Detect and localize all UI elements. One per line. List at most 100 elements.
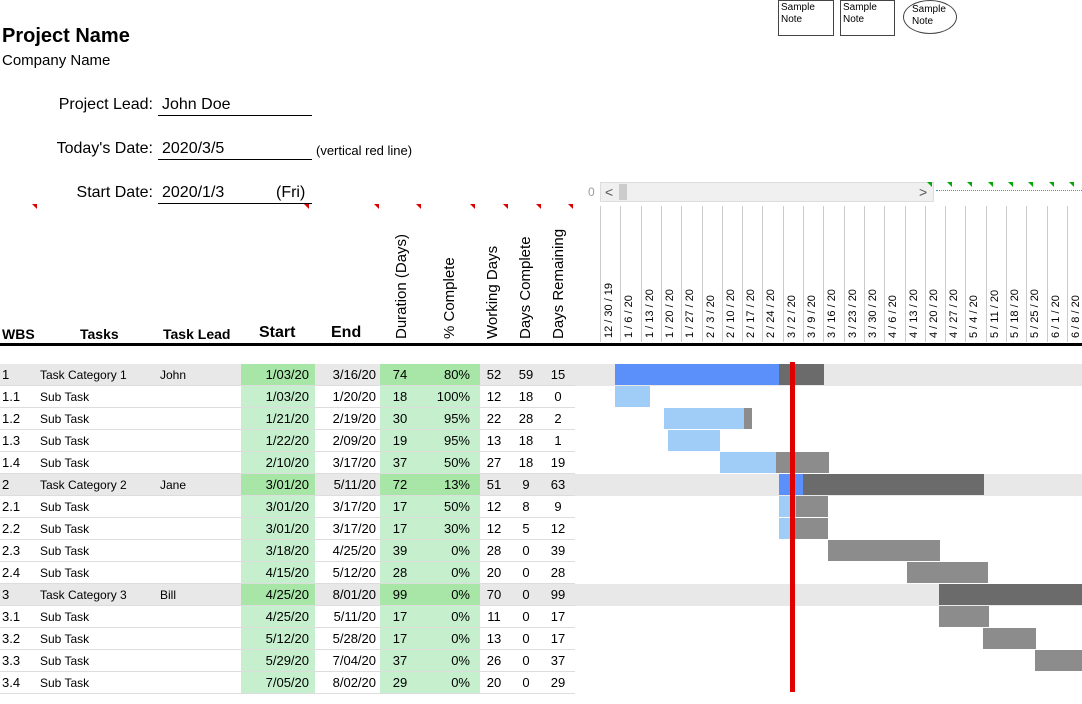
sample-note-callout[interactable]: Sample Note [778,0,834,36]
percent-complete[interactable]: 0% [420,584,480,606]
table-row[interactable]: 1.3 Sub Task 1/22/20 2/09/20 19 95% 13 18 1 [0,430,1082,452]
days-remaining[interactable]: 29 [542,672,574,694]
percent-complete[interactable]: 30% [420,518,480,540]
task-lead[interactable]: John [160,364,186,386]
end-date[interactable]: 5/28/20 [318,628,380,650]
wbs-cell[interactable]: 1.3 [2,430,20,452]
percent-complete[interactable]: 50% [420,496,480,518]
duration[interactable]: 17 [380,606,420,628]
timeline-scrollbar[interactable]: < > [600,182,934,202]
project-lead-field[interactable]: John Doe [158,96,312,116]
sample-note-callout[interactable]: Sample Note [903,0,957,34]
wbs-cell[interactable]: 2 [2,474,9,496]
wbs-cell[interactable]: 2.1 [2,496,20,518]
percent-complete[interactable]: 0% [420,650,480,672]
end-date[interactable]: 1/20/20 [318,386,380,408]
table-row[interactable]: 1 Task Category 1 John 1/03/20 3/16/20 74 80% 5… [0,364,1082,386]
days-remaining[interactable]: 9 [542,496,574,518]
days-complete[interactable]: 9 [512,474,540,496]
end-date[interactable]: 5/12/20 [318,562,380,584]
end-date[interactable]: 3/16/20 [318,364,380,386]
duration[interactable]: 28 [380,562,420,584]
end-date[interactable]: 5/11/20 [318,474,380,496]
wbs-cell[interactable]: 3.2 [2,628,20,650]
days-complete[interactable]: 28 [512,408,540,430]
table-row[interactable]: 3.3 Sub Task 5/29/20 7/04/20 37 0% 26 0 37 [0,650,1082,672]
duration[interactable]: 37 [380,650,420,672]
days-complete[interactable]: 18 [512,452,540,474]
wbs-cell[interactable]: 1.4 [2,452,20,474]
percent-complete[interactable]: 0% [420,540,480,562]
table-row[interactable]: 3.4 Sub Task 7/05/20 8/02/20 29 0% 20 0 29 [0,672,1082,694]
days-remaining[interactable]: 1 [542,430,574,452]
comment-marker-icon[interactable] [1028,182,1034,187]
task-name[interactable]: Sub Task [40,408,89,430]
start-date[interactable]: 3/01/20 [241,518,315,540]
duration[interactable]: 72 [380,474,420,496]
days-complete[interactable]: 18 [512,430,540,452]
duration[interactable]: 74 [380,364,420,386]
working-days[interactable]: 26 [480,650,508,672]
days-complete[interactable]: 0 [512,628,540,650]
percent-complete[interactable]: 13% [420,474,480,496]
percent-complete[interactable]: 0% [420,628,480,650]
wbs-cell[interactable]: 2.4 [2,562,20,584]
wbs-cell[interactable]: 3.3 [2,650,20,672]
comment-marker-icon[interactable] [1068,182,1074,187]
working-days[interactable]: 22 [480,408,508,430]
percent-complete[interactable]: 80% [420,364,480,386]
days-complete[interactable]: 18 [512,386,540,408]
days-complete[interactable]: 5 [512,518,540,540]
days-remaining[interactable]: 19 [542,452,574,474]
days-remaining[interactable]: 63 [542,474,574,496]
working-days[interactable]: 11 [480,606,508,628]
wbs-cell[interactable]: 3.4 [2,672,20,694]
task-name[interactable]: Sub Task [40,672,89,694]
working-days[interactable]: 70 [480,584,508,606]
working-days[interactable]: 20 [480,672,508,694]
task-name[interactable]: Task Category 1 [40,364,127,386]
days-remaining[interactable]: 0 [542,386,574,408]
table-row[interactable]: 1.4 Sub Task 2/10/20 3/17/20 37 50% 27 18 19 [0,452,1082,474]
end-date[interactable]: 8/01/20 [318,584,380,606]
end-date[interactable]: 2/09/20 [318,430,380,452]
comment-marker-icon[interactable] [967,182,973,187]
table-row[interactable]: 3.2 Sub Task 5/12/20 5/28/20 17 0% 13 0 17 [0,628,1082,650]
table-row[interactable]: 2.1 Sub Task 3/01/20 3/17/20 17 50% 12 8 9 [0,496,1082,518]
days-complete[interactable]: 59 [512,364,540,386]
percent-complete[interactable]: 0% [420,672,480,694]
task-name[interactable]: Sub Task [40,650,89,672]
comment-marker-icon[interactable] [536,204,541,209]
duration[interactable]: 30 [380,408,420,430]
percent-complete[interactable]: 0% [420,606,480,628]
days-remaining[interactable]: 2 [542,408,574,430]
start-date[interactable]: 7/05/20 [241,672,315,694]
scroll-left-icon[interactable]: < [605,184,613,200]
start-date[interactable]: 3/18/20 [241,540,315,562]
percent-complete[interactable]: 0% [420,562,480,584]
end-date[interactable]: 8/02/20 [318,672,380,694]
working-days[interactable]: 13 [480,628,508,650]
days-complete[interactable]: 0 [512,606,540,628]
end-date[interactable]: 2/19/20 [318,408,380,430]
duration[interactable]: 18 [380,386,420,408]
end-date[interactable]: 3/17/20 [318,452,380,474]
duration[interactable]: 17 [380,518,420,540]
percent-complete[interactable]: 50% [420,452,480,474]
start-date[interactable]: 4/15/20 [241,562,315,584]
comment-marker-icon[interactable] [32,204,37,209]
duration[interactable]: 29 [380,672,420,694]
duration[interactable]: 17 [380,628,420,650]
comment-marker-icon[interactable] [374,204,379,209]
end-date[interactable]: 4/25/20 [318,540,380,562]
todays-date-field[interactable]: 2020/3/5 [158,140,312,160]
sample-note-callout[interactable]: Sample Note [840,0,895,36]
table-row[interactable]: 3 Task Category 3 Bill 4/25/20 8/01/20 99 0% 70… [0,584,1082,606]
task-name[interactable]: Task Category 3 [40,584,127,606]
duration[interactable]: 17 [380,496,420,518]
start-date[interactable]: 4/25/20 [241,606,315,628]
working-days[interactable]: 27 [480,452,508,474]
wbs-cell[interactable]: 1.1 [2,386,20,408]
task-lead[interactable]: Bill [160,584,176,606]
start-date[interactable]: 1/22/20 [241,430,315,452]
